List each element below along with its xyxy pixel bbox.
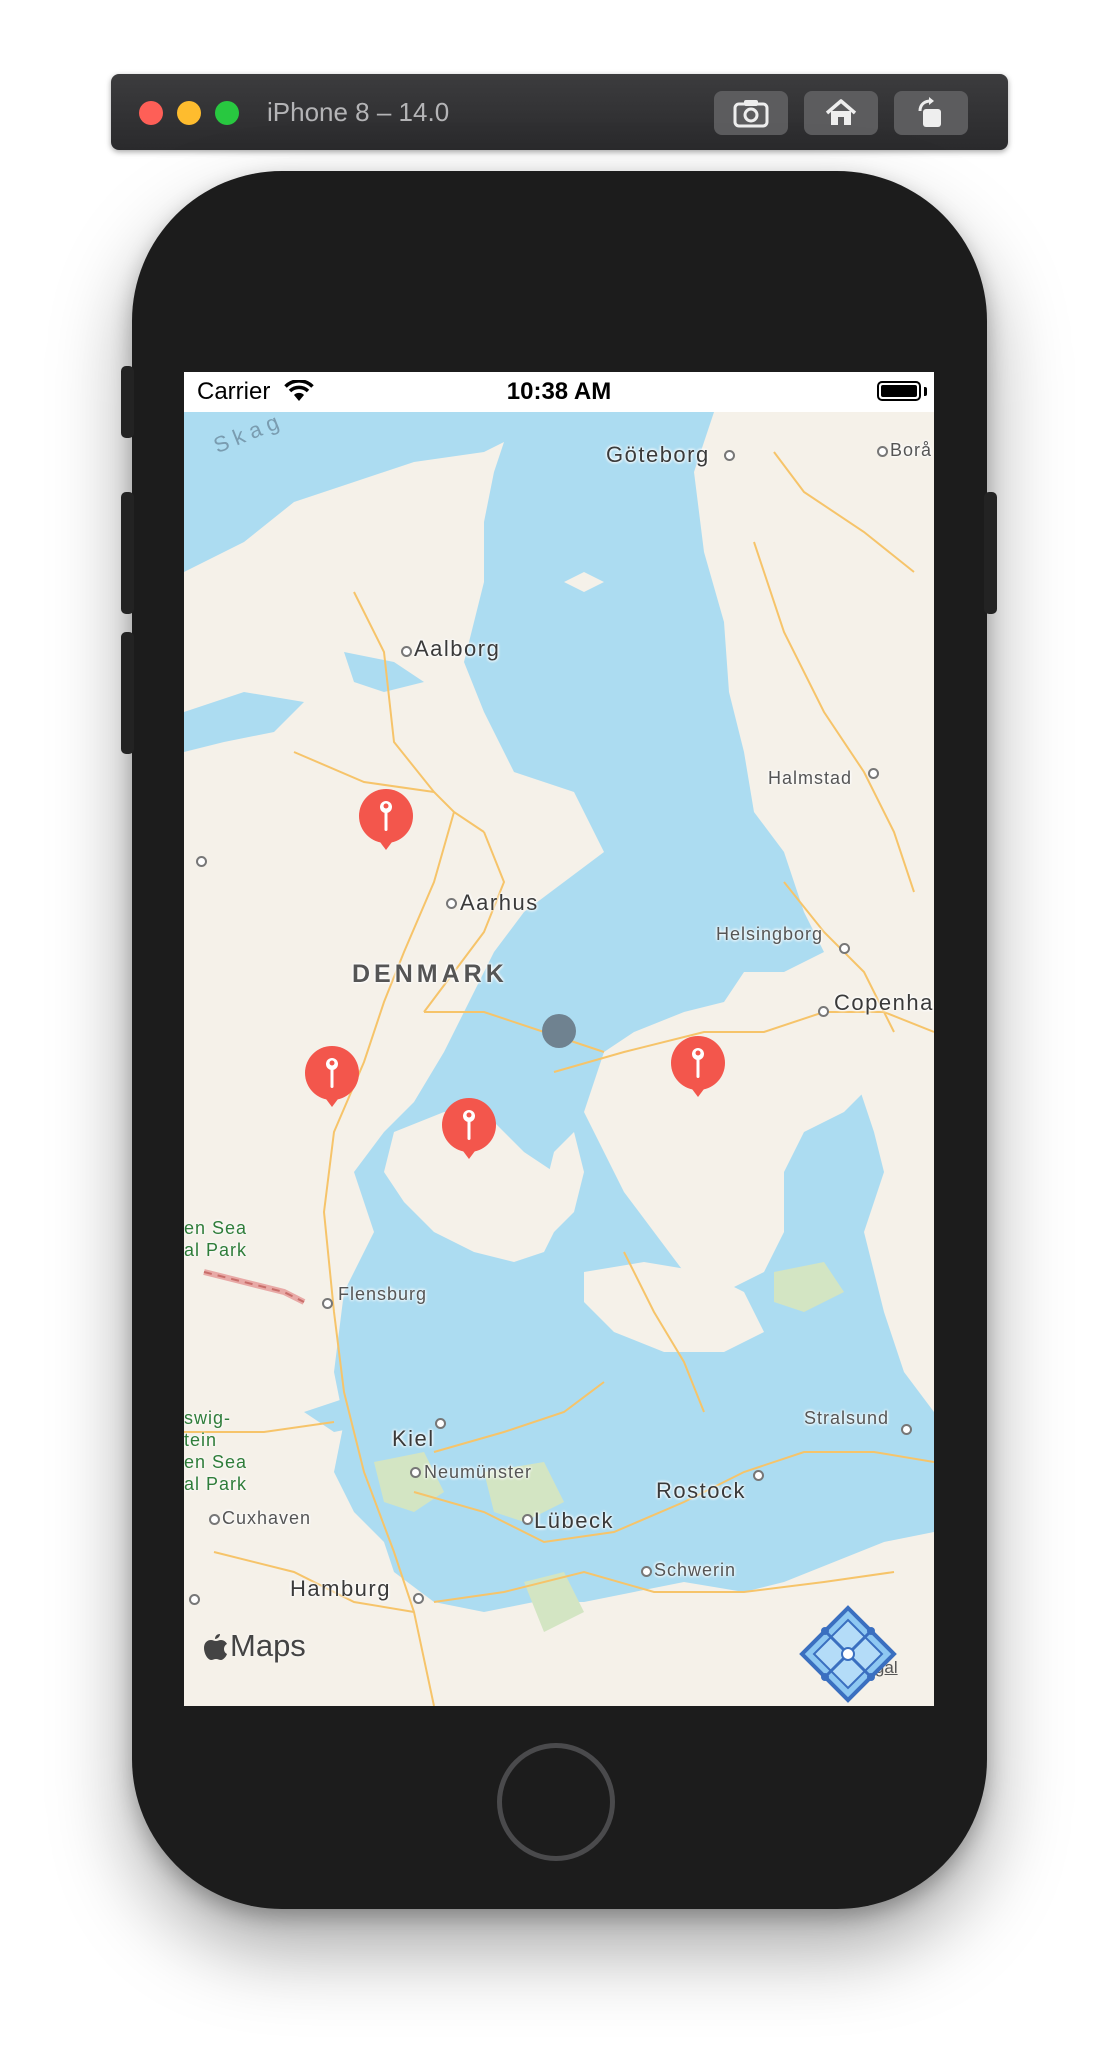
maps-brand-text: Maps bbox=[230, 1628, 306, 1663]
city-label-flensburg: Flensburg bbox=[338, 1284, 428, 1304]
city-label-helsingborg: Helsingborg bbox=[716, 924, 824, 944]
battery-icon bbox=[877, 381, 921, 401]
current-location-icon[interactable] bbox=[542, 1014, 576, 1048]
city-label-bora: Borå bbox=[890, 440, 933, 460]
park-label-schleswig-3: en Sea bbox=[184, 1452, 248, 1472]
simulator-title-bar: iPhone 8 – 14.0 bbox=[111, 74, 1008, 150]
volume-down-button[interactable] bbox=[121, 632, 134, 754]
city-label-copenhagen: Copenha bbox=[834, 990, 934, 1015]
phone-screen: Carrier 10:38 AM Skag Göteborg Borå Aalb… bbox=[184, 372, 934, 1706]
city-label-schwerin: Schwerin bbox=[654, 1560, 737, 1580]
home-icon bbox=[825, 99, 857, 125]
map-pin-icon bbox=[359, 789, 413, 850]
battery-tip bbox=[924, 387, 927, 396]
rotate-icon bbox=[918, 97, 941, 127]
mute-switch[interactable] bbox=[121, 366, 134, 438]
city-dot-kiel bbox=[435, 1418, 446, 1429]
city-dot-west-hamburg bbox=[189, 1594, 200, 1605]
camera-icon bbox=[733, 100, 769, 128]
status-time: 10:38 AM bbox=[506, 378, 612, 405]
apple-maps-logo: Maps bbox=[204, 1628, 306, 1664]
city-label-kiel: Kiel bbox=[392, 1426, 435, 1451]
minimize-window-button[interactable] bbox=[177, 101, 201, 125]
city-dot-west bbox=[196, 856, 207, 867]
city-dot-lubeck bbox=[522, 1514, 533, 1525]
city-label-cuxhaven: Cuxhaven bbox=[222, 1508, 312, 1528]
simulator-title: iPhone 8 – 14.0 bbox=[267, 97, 450, 127]
city-dot-goteborg bbox=[724, 450, 735, 461]
park-label-wadden-1: en Sea bbox=[184, 1218, 248, 1238]
screenshot-button[interactable] bbox=[714, 91, 788, 135]
city-dot-rostock bbox=[753, 1470, 764, 1481]
city-dot-bora bbox=[877, 446, 888, 457]
city-dot-schwerin bbox=[641, 1566, 652, 1577]
home-button-toolbar[interactable] bbox=[804, 91, 878, 135]
map-pin-icon bbox=[305, 1046, 359, 1107]
city-label-goteborg: Göteborg bbox=[606, 442, 710, 467]
city-label-stralsund: Stralsund bbox=[804, 1408, 890, 1428]
city-label-halmstad: Halmstad bbox=[768, 768, 853, 788]
map-pin-1[interactable] bbox=[357, 788, 415, 852]
status-bar: Carrier 10:38 AM bbox=[184, 372, 934, 412]
city-label-lubeck: Lübeck bbox=[534, 1508, 614, 1533]
city-dot-helsingborg bbox=[839, 943, 850, 954]
map-pin-2[interactable] bbox=[303, 1045, 361, 1109]
map-pin-4[interactable] bbox=[669, 1035, 727, 1099]
close-window-button[interactable] bbox=[139, 101, 163, 125]
rotate-button[interactable] bbox=[894, 91, 968, 135]
city-label-aalborg: Aalborg bbox=[414, 636, 501, 661]
city-label-neumunster: Neumünster bbox=[424, 1462, 533, 1482]
zoom-window-button[interactable] bbox=[215, 101, 239, 125]
city-dot-flensburg bbox=[322, 1298, 333, 1309]
city-dot-halmstad bbox=[868, 768, 879, 779]
phone-home-button[interactable] bbox=[497, 1743, 615, 1861]
park-label-wadden-2: al Park bbox=[184, 1240, 248, 1260]
map-pin-3[interactable] bbox=[440, 1097, 498, 1161]
city-dot-cuxhaven bbox=[209, 1514, 220, 1525]
park-label-schleswig-2: tein bbox=[184, 1430, 218, 1450]
city-dot-neumunster bbox=[410, 1467, 421, 1478]
apple-icon bbox=[204, 1634, 227, 1660]
city-label-hamburg: Hamburg bbox=[290, 1576, 391, 1601]
map-pin-icon bbox=[671, 1036, 725, 1097]
city-label-aarhus: Aarhus bbox=[460, 890, 539, 915]
map-view[interactable]: Skag Göteborg Borå Aalborg Halmstad Aarh… bbox=[184, 407, 934, 1706]
power-button[interactable] bbox=[984, 492, 997, 614]
country-label-denmark: DENMARK bbox=[352, 960, 508, 988]
city-dot-aarhus bbox=[446, 898, 457, 909]
xcode-instruments-icon[interactable] bbox=[798, 1604, 898, 1704]
volume-up-button[interactable] bbox=[121, 492, 134, 614]
city-dot-stralsund bbox=[901, 1424, 912, 1435]
city-dot-aalborg bbox=[401, 646, 412, 657]
city-dot-copenhagen bbox=[818, 1006, 829, 1017]
park-label-schleswig-4: al Park bbox=[184, 1474, 248, 1494]
map-pin-icon bbox=[442, 1098, 496, 1159]
city-label-rostock: Rostock bbox=[656, 1478, 746, 1503]
city-dot-hamburg bbox=[413, 1593, 424, 1604]
park-label-schleswig-1: swig- bbox=[184, 1408, 232, 1428]
